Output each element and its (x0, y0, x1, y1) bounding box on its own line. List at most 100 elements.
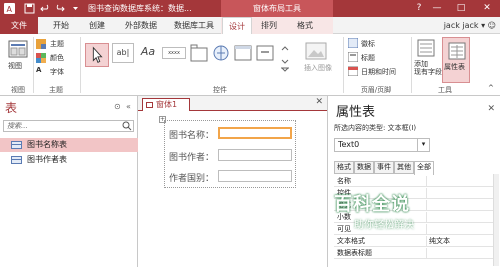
group-label-header-footer: 页眉/页脚 (360, 86, 392, 94)
tab-home[interactable]: 开始 (44, 17, 78, 34)
property-row[interactable]: 数据表标题 (334, 248, 494, 259)
insert-image-icon[interactable] (305, 42, 327, 60)
insert-image-button[interactable]: 插入图像 (304, 63, 332, 73)
property-row[interactable]: 名称 (334, 176, 494, 187)
tab-props-other[interactable]: 其他 (394, 161, 414, 174)
tab-create[interactable]: 创建 (80, 17, 114, 34)
nav-item-table[interactable]: 图书名称表 (0, 138, 138, 152)
tab-props-all[interactable]: 全部 (414, 161, 434, 175)
select-pointer-icon[interactable] (85, 43, 109, 67)
minimize-button[interactable]: — (428, 0, 446, 17)
add-fields-button[interactable]: 添加 现有字段 (414, 60, 442, 76)
table-icon (11, 156, 22, 164)
table-icon (11, 141, 22, 149)
nav-pane-title[interactable]: 表 (5, 99, 17, 116)
ribbon-divider (33, 37, 34, 93)
help-button[interactable]: ? (410, 0, 428, 17)
form-layout: 图书名称： 图书作者： 作者国别： (164, 120, 296, 188)
redo-icon[interactable] (54, 3, 65, 14)
control-selector-dropdown[interactable]: Text0 ▾ (334, 138, 430, 152)
logo-icon (348, 38, 358, 48)
title-textbox[interactable] (218, 127, 292, 139)
selection-type-label: 所选内容的类型: 文本框(I) (334, 124, 417, 132)
datetime-button[interactable]: 日期和时间 (361, 67, 396, 77)
save-icon[interactable] (24, 3, 35, 14)
tab-props-format[interactable]: 格式 (334, 161, 354, 174)
tab-arrange[interactable]: 排列 (254, 17, 284, 34)
watermark-title: 百科全说 (334, 194, 410, 215)
maximize-button[interactable]: □ (452, 0, 470, 17)
web-browser-icon[interactable] (234, 44, 252, 62)
textbox-control-button[interactable]: ab| (112, 43, 134, 63)
property-value[interactable]: 纯文本 (429, 236, 450, 246)
nav-collapse-icon[interactable]: « (126, 102, 131, 111)
qat-dropdown-icon[interactable] (70, 3, 81, 14)
nav-dropdown-icon[interactable]: ⊙ (114, 102, 121, 111)
property-sheet-button[interactable]: 属性表 (442, 37, 470, 83)
close-property-sheet-icon[interactable]: ✕ (487, 104, 495, 114)
view-button[interactable]: 视图 (8, 61, 22, 71)
ribbon: 视图 视图 主题 颜色 A 字体 主题 ab| Aa xxxx 插入图像 控件 … (0, 34, 500, 96)
user-name: jack jack (443, 21, 479, 30)
navigation-pane: 表 ⊙ « 搜索... 图书名称表 图书作者表 (0, 96, 138, 267)
property-row[interactable]: 文本格式 纯文本 (334, 236, 494, 247)
group-label-theme: 主题 (49, 86, 63, 94)
field-label-country[interactable]: 作者国别： (169, 171, 214, 184)
navigation-control-icon[interactable] (256, 44, 274, 62)
collapse-ribbon-icon[interactable]: ^ (488, 84, 494, 92)
author-textbox[interactable] (218, 149, 292, 161)
tab-external-data[interactable]: 外部数据 (116, 17, 166, 34)
tab-props-data[interactable]: 数据 (354, 161, 374, 174)
chevron-down-icon[interactable]: ▾ (417, 139, 429, 151)
tab-design[interactable]: 设计 (222, 17, 252, 35)
colors-icon (36, 53, 46, 63)
title-bar: A 图书查询数据库系统：数据... 窗体布局工具 ? — □ ✕ (0, 0, 500, 17)
close-button[interactable]: ✕ (478, 0, 496, 17)
context-tool-title: 窗体布局工具 (221, 0, 333, 17)
ribbon-divider (343, 37, 344, 93)
view-icon[interactable] (8, 40, 28, 58)
ribbon-tab-row: 文件 开始 创建 外部数据 数据库工具 设计 排列 格式 jack jack ▾… (0, 17, 500, 35)
form-tab-label: 窗体1 (156, 100, 178, 109)
label-control-button[interactable]: Aa (137, 43, 159, 63)
property-sheet-icon (448, 42, 466, 60)
property-sheet-scrollbar[interactable] (493, 174, 499, 266)
nav-search-placeholder: 搜索... (7, 122, 28, 130)
selected-control-value: Text0 (338, 140, 360, 149)
theme-icon (36, 39, 46, 49)
group-label-tools: 工具 (438, 86, 452, 94)
nav-item-table[interactable]: 图书作者表 (0, 153, 138, 167)
tab-control-icon[interactable] (190, 44, 208, 62)
logo-button[interactable]: 徽标 (361, 39, 375, 49)
user-account[interactable]: jack jack ▾ ☺ (444, 17, 496, 34)
colors-button[interactable]: 颜色 (50, 53, 64, 63)
search-icon[interactable] (122, 121, 132, 131)
theme-button[interactable]: 主题 (50, 39, 64, 49)
country-textbox[interactable] (218, 170, 292, 182)
controls-more-icon[interactable] (278, 44, 292, 72)
tab-format[interactable]: 格式 (290, 17, 320, 34)
document-tab-bar: 窗体1 ✕ (138, 96, 327, 111)
undo-icon[interactable] (40, 3, 51, 14)
tab-form1[interactable]: 窗体1 (142, 98, 190, 111)
form-document-area: 窗体1 ✕ + 图书名称： 图书作者： 作者国别： (138, 96, 327, 267)
tab-props-event[interactable]: 事件 (374, 161, 394, 174)
property-divider (426, 248, 427, 258)
property-divider (426, 236, 427, 246)
fonts-button[interactable]: 字体 (50, 67, 64, 77)
nav-item-label: 图书作者表 (27, 155, 67, 164)
user-dropdown-icon: ▾ ☺ (481, 21, 496, 30)
button-control-button[interactable]: xxxx (162, 47, 186, 59)
nav-search-box[interactable]: 搜索... (3, 120, 134, 132)
add-fields-icon[interactable] (417, 39, 435, 57)
field-label-author[interactable]: 图书作者： (169, 150, 214, 163)
title-button[interactable]: 标题 (361, 53, 375, 63)
close-document-icon[interactable]: ✕ (315, 97, 323, 107)
nav-item-label: 图书名称表 (27, 140, 67, 149)
tab-database-tools[interactable]: 数据库工具 (166, 17, 222, 34)
form-icon (146, 102, 153, 108)
field-label-title[interactable]: 图书名称： (169, 128, 214, 141)
hyperlink-icon[interactable] (212, 44, 230, 62)
property-name: 文本格式 (337, 237, 365, 245)
tab-file[interactable]: 文件 (0, 17, 38, 34)
